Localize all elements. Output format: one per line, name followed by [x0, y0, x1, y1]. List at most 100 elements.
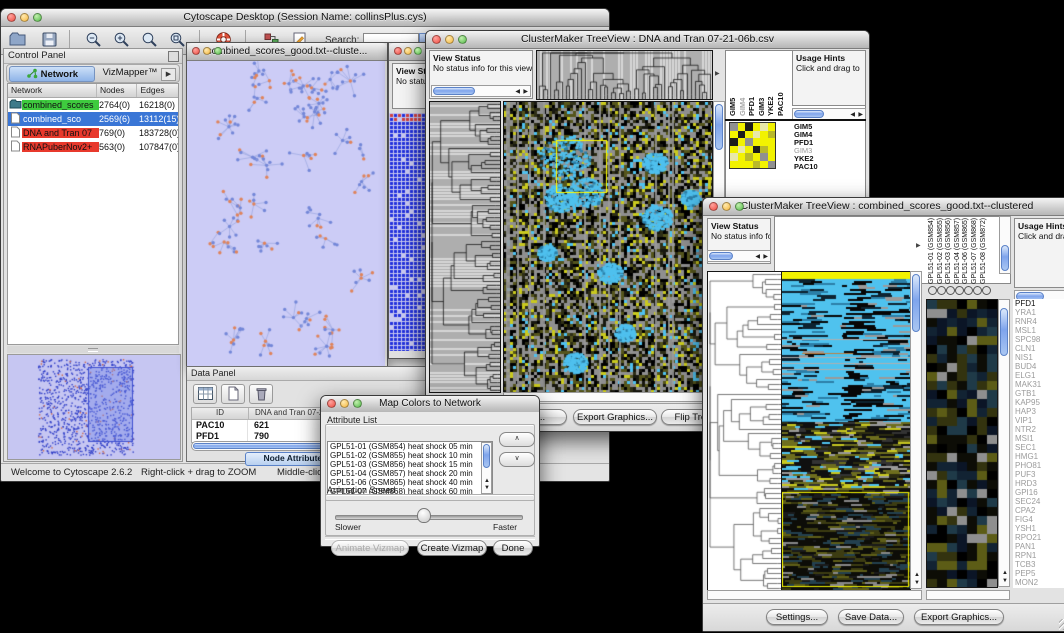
- move-up-button[interactable]: ∧: [499, 432, 535, 447]
- heatmap-hscrollbar[interactable]: [707, 590, 922, 600]
- save-session-icon[interactable]: [41, 31, 59, 49]
- zoom-heatmap[interactable]: [729, 122, 776, 169]
- column-dendrogram[interactable]: [536, 50, 713, 100]
- close-button[interactable]: [327, 399, 336, 408]
- zoom-button[interactable]: [735, 202, 744, 211]
- gene-list[interactable]: PFD1YRA1RNR4MSL1SPC98CLN1NIS1BUD4ELG1MAK…: [1013, 299, 1064, 588]
- close-button[interactable]: [432, 35, 441, 44]
- global-heatmap[interactable]: [781, 271, 911, 591]
- splitter-arrow-icon[interactable]: ▶: [916, 243, 921, 249]
- close-button[interactable]: [7, 13, 16, 22]
- dialog-title-bar[interactable]: Map Colors to Network: [321, 396, 539, 413]
- zoom-button[interactable]: [353, 399, 362, 408]
- export-graphics-button[interactable]: Export Graphics...: [914, 609, 1004, 625]
- scroll-left-arrow[interactable]: ◀: [850, 112, 855, 118]
- done-button[interactable]: Done: [493, 540, 533, 556]
- flip-column-icon[interactable]: [955, 286, 964, 295]
- network-list-row[interactable]: combined_sco2569(6)13112(15): [8, 112, 178, 126]
- flip-column-icon[interactable]: [982, 286, 991, 295]
- minimize-button[interactable]: [404, 47, 412, 55]
- network-overview-panel[interactable]: [7, 354, 181, 460]
- save-data-button[interactable]: Save Data...: [838, 609, 904, 625]
- scrollbar-thumb[interactable]: [1000, 308, 1008, 356]
- network-list-row[interactable]: combined_scores2764(0)16218(0): [8, 98, 178, 112]
- network-table-header[interactable]: Network Nodes Edges: [8, 84, 178, 98]
- zoom-out-icon[interactable]: [85, 31, 103, 49]
- attribute-list-item[interactable]: GPL51-02 (GSM855) heat shock 10 min: [328, 451, 492, 460]
- scrollbar-thumb[interactable]: [715, 104, 723, 150]
- attribute-list-vscrollbar[interactable]: ▲ ▼: [481, 442, 492, 494]
- global-heatmap[interactable]: [503, 101, 713, 393]
- scroll-right-arrow[interactable]: ▶: [523, 89, 528, 95]
- settings-button[interactable]: Settings...: [766, 609, 828, 625]
- row-dendrogram[interactable]: [429, 101, 501, 393]
- zoom-heatmap[interactable]: [926, 299, 998, 588]
- scrollbar-thumb[interactable]: [912, 274, 920, 332]
- network-canvas[interactable]: [187, 61, 385, 366]
- minimize-button[interactable]: [203, 47, 211, 55]
- delete-attribute-icon[interactable]: [249, 384, 273, 404]
- scrollbar-thumb[interactable]: [483, 444, 490, 468]
- scroll-down-arrow[interactable]: ▼: [1002, 578, 1008, 584]
- flip-column-icon[interactable]: [946, 286, 955, 295]
- flip-column-icon[interactable]: [973, 286, 982, 295]
- scroll-right-arrow[interactable]: ▶: [858, 112, 863, 118]
- scrollbar-thumb[interactable]: [794, 110, 824, 118]
- scroll-right-arrow[interactable]: ▶: [763, 254, 768, 260]
- column-id[interactable]: ID: [192, 408, 249, 419]
- float-panel-icon[interactable]: [168, 51, 179, 62]
- zoom-in-icon[interactable]: [113, 31, 131, 49]
- flip-column-icon[interactable]: [964, 286, 973, 295]
- minimize-button[interactable]: [722, 202, 731, 211]
- view-status-hscrollbar[interactable]: ◀ ▶: [707, 250, 771, 262]
- resize-grip[interactable]: [1059, 619, 1064, 630]
- scroll-left-arrow[interactable]: ◀: [755, 254, 760, 260]
- tab-network[interactable]: Network: [9, 66, 95, 82]
- zoom-button[interactable]: [214, 47, 222, 55]
- minimize-button[interactable]: [445, 35, 454, 44]
- gene-list[interactable]: GIM5GIM4PFD1GIM3YKE2PAC10: [794, 123, 818, 171]
- row-dendrogram[interactable]: [707, 271, 783, 591]
- zoom-button[interactable]: [33, 13, 42, 22]
- tab-vizmapper[interactable]: VizMapper™: [95, 66, 165, 80]
- attribute-list-item[interactable]: GPL51-01 (GSM854) heat shock 05 min: [328, 442, 492, 451]
- minimize-button[interactable]: [20, 13, 29, 22]
- scrollbar-thumb[interactable]: [1001, 245, 1009, 271]
- network-list-row[interactable]: RNAPuberNov2+563(0)107847(0): [8, 140, 178, 154]
- export-graphics-button[interactable]: Export Graphics...: [573, 409, 657, 425]
- splitter-arrow-icon[interactable]: ▶: [715, 71, 720, 77]
- scroll-down-arrow[interactable]: ▼: [914, 580, 920, 586]
- zoom-selected-icon[interactable]: [141, 31, 159, 49]
- close-button[interactable]: [192, 47, 200, 55]
- attribute-list-item[interactable]: GPL51-04 (GSM857) heat shock 20 min: [328, 469, 492, 478]
- scroll-up-arrow[interactable]: ▲: [914, 572, 920, 578]
- speed-slider-thumb[interactable]: [417, 508, 431, 523]
- heatmap-vscrollbar[interactable]: ▲ ▼: [910, 271, 922, 589]
- scrollbar-thumb[interactable]: [433, 87, 475, 95]
- network-view-title-bar[interactable]: combined_scores_good.txt--cluste...: [187, 43, 387, 61]
- create-vizmap-button[interactable]: Create Vizmap: [417, 540, 487, 556]
- scroll-up-arrow[interactable]: ▲: [484, 478, 490, 484]
- zoom-vscrollbar[interactable]: ▲ ▼: [998, 299, 1010, 587]
- close-button[interactable]: [709, 202, 718, 211]
- labels-vscrollbar[interactable]: [999, 216, 1011, 274]
- attribute-table-icon[interactable]: [193, 384, 217, 404]
- panel-splitter[interactable]: [7, 346, 179, 353]
- zoom-fit-icon[interactable]: [169, 31, 187, 49]
- zoom-button[interactable]: [458, 35, 467, 44]
- move-down-button[interactable]: ∨: [499, 452, 535, 467]
- zoom-hscrollbar[interactable]: [926, 590, 1010, 600]
- scrollbar-thumb[interactable]: [709, 252, 733, 260]
- network-list-row[interactable]: DNA and Tran 07769(0)183728(0): [8, 126, 178, 140]
- close-button[interactable]: [394, 47, 402, 55]
- more-tabs-button[interactable]: ▶: [161, 68, 176, 81]
- view-status-hscrollbar[interactable]: ◀ ▶: [431, 85, 531, 97]
- scroll-up-arrow[interactable]: ▲: [1002, 570, 1008, 576]
- flip-column-icon[interactable]: [928, 286, 937, 295]
- flip-column-icon[interactable]: [937, 286, 946, 295]
- main-title-bar[interactable]: Cytoscape Desktop (Session Name: collins…: [1, 9, 609, 27]
- zoom-button[interactable]: [414, 47, 422, 55]
- open-session-icon[interactable]: [9, 31, 27, 49]
- scroll-left-arrow[interactable]: ◀: [515, 89, 520, 95]
- scroll-down-arrow[interactable]: ▼: [484, 485, 490, 491]
